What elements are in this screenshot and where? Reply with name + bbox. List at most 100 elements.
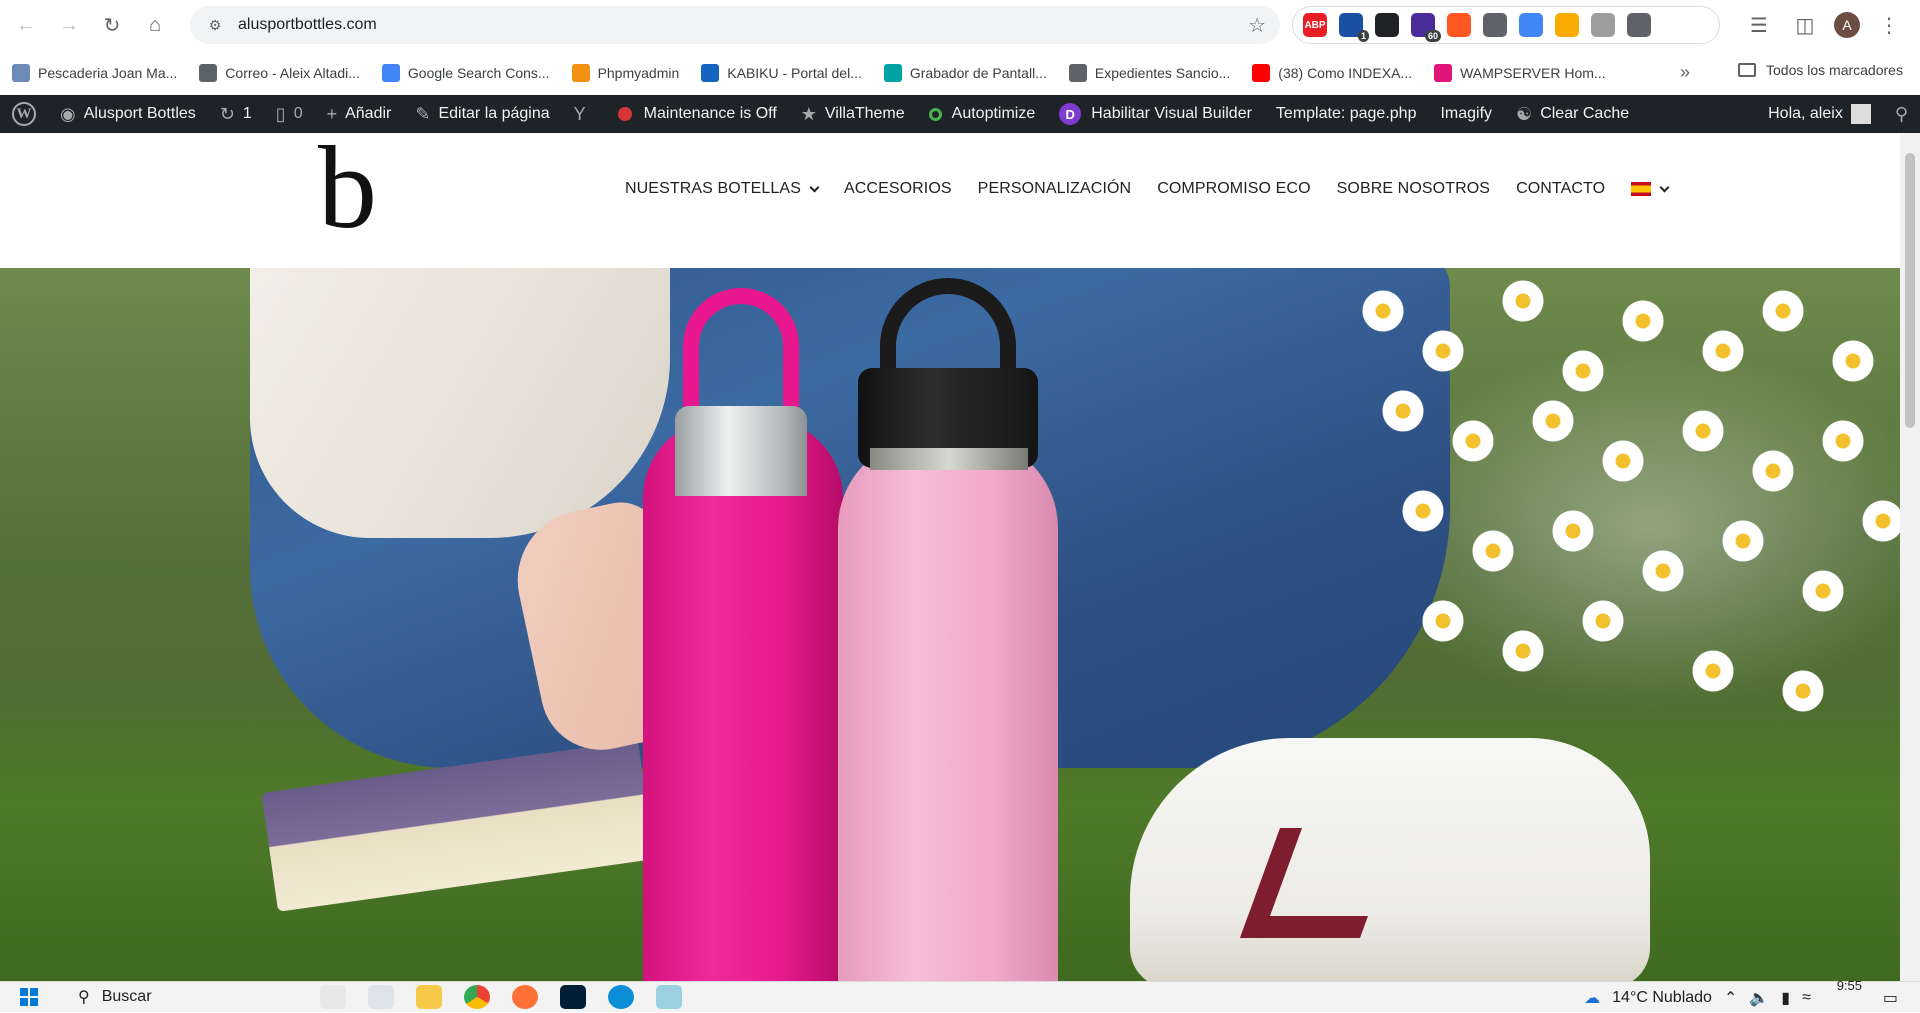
bookmark-item[interactable]: Expedientes Sancio... [1068,63,1230,82]
scrollbar-thumb[interactable] [1905,153,1915,428]
file-explorer-icon[interactable] [416,985,442,1009]
dashboard-icon: ◉ [60,103,76,124]
daisy-flower [1560,348,1606,394]
daisy-flower [1700,328,1746,374]
updates-count: 1 [242,105,252,122]
yoast-button[interactable]: Y [562,95,606,133]
edge-icon[interactable] [608,985,634,1009]
clear-cache-button[interactable]: ☯ Clear Cache [1504,95,1641,133]
back-icon[interactable]: ← [9,8,43,42]
settings-extension-icon[interactable] [1591,13,1615,37]
menu-kebab-icon[interactable]: ⋮ [1872,8,1906,42]
villatheme-button[interactable]: ★ VillaTheme [789,95,917,133]
add-new-label: Añadir [345,105,392,122]
adblock-extension-icon[interactable]: ABP [1303,13,1327,37]
nav-item-sobre-nosotros[interactable]: SOBRE NOSOTROS [1337,180,1490,198]
home-icon[interactable]: ⌂ [138,8,172,42]
app-icon[interactable] [656,985,682,1009]
wifi-icon[interactable]: ≈ [1802,989,1811,1007]
pencil-icon: ✎ [415,103,431,124]
tray-chevron-icon[interactable]: ⌃ [1724,988,1737,1008]
clock-time[interactable]: 9:55 [1837,978,1862,993]
url-text[interactable]: alusportbottles.com [238,16,377,34]
visual-builder-label: Habilitar Visual Builder [1091,105,1252,122]
daisy-flower [1380,388,1426,434]
updates-button[interactable]: ↻ 1 [208,95,264,133]
color-picker-extension-icon[interactable] [1375,13,1399,37]
maintenance-label: Maintenance is Off [643,105,777,122]
magenta-bottle-cap [675,406,807,496]
imagify-button[interactable]: Imagify [1428,95,1504,133]
taskbar-search[interactable]: ⚲ Buscar [78,987,152,1007]
volume-icon[interactable]: 🔈 [1749,988,1769,1008]
bookmarks-overflow-icon[interactable]: » [1680,62,1690,83]
bookmark-item[interactable]: WAMPSERVER Hom... [1434,63,1606,82]
chrome-icon[interactable] [464,985,490,1009]
autoptimize-button[interactable]: Autoptimize [917,95,1048,133]
profile-avatar[interactable]: A [1834,12,1860,38]
translate-extension-icon[interactable] [1519,13,1543,37]
analytics-extension-icon[interactable] [1555,13,1579,37]
nav-item-compromiso-eco[interactable]: COMPROMISO ECO [1157,180,1310,198]
search-icon: ⚲ [78,989,90,1006]
template-button[interactable]: Template: page.php [1264,95,1429,133]
puzzle-extension-icon[interactable] [1627,13,1651,37]
bookmark-item[interactable]: Pescaderia Joan Ma... [12,63,177,82]
windows-start-icon[interactable] [20,988,38,1006]
maintenance-button[interactable]: Maintenance is Off [606,95,789,133]
site-logo[interactable]: b [318,129,377,247]
nav-item-nuestras-botellas[interactable]: NUESTRAS BOTELLAS [625,180,820,198]
address-bar[interactable]: ⚙ alusportbottles.com ☆ [190,6,1280,44]
daisy-flower [1400,488,1446,534]
bookmark-item[interactable]: Correo - Aleix Altadi... [199,63,360,82]
recorder-extension-icon[interactable] [1447,13,1471,37]
bookmark-item[interactable]: KABIKU - Portal del... [701,63,862,82]
page-scrollbar[interactable] [1900,133,1920,981]
battery-icon[interactable]: ▮ [1781,988,1790,1008]
bookmark-star-icon[interactable]: ☆ [1248,13,1266,38]
nav-item-accesorios[interactable]: ACCESORIOS [844,180,952,198]
my-account-button[interactable]: Hola, aleix [1756,95,1883,133]
comments-button[interactable]: ▯ 0 [264,95,315,133]
bookmark-item[interactable]: Phpmyadmin [571,63,679,82]
daisy-flower [1360,288,1406,334]
imagify-label: Imagify [1440,105,1493,122]
visual-builder-button[interactable]: D Habilitar Visual Builder [1047,95,1264,133]
villatheme-label: VillaTheme [824,105,905,122]
photoshop-icon[interactable] [560,985,586,1009]
edit-page-button[interactable]: ✎ Editar la página [403,95,561,133]
extensions-area: ABP 1 60 [1292,6,1720,44]
media-controls-icon[interactable]: ☰ [1742,8,1776,42]
weather-icon[interactable]: ☁ [1584,988,1600,1008]
image-extension-icon[interactable] [1483,13,1507,37]
wordpress-logo-button[interactable]: W [0,95,48,133]
bookmark-item[interactable]: (38) Como INDEXA... [1252,63,1412,82]
side-panel-icon[interactable]: ◫ [1788,8,1822,42]
notes-app-icon[interactable] [320,985,346,1009]
all-bookmarks-button[interactable]: Todos los marcadores [1738,62,1903,78]
seo-extension-icon[interactable]: 60 [1411,13,1441,42]
daisy-flower [1760,288,1806,334]
reload-icon[interactable]: ↻ [95,8,129,42]
weather-text[interactable]: 14°C Nublado [1612,989,1712,1007]
nav-item-personalizaci-n[interactable]: PERSONALIZACIÓN [978,180,1132,198]
admin-search-button[interactable]: ⚲ [1883,95,1920,133]
forward-icon[interactable]: → [52,8,86,42]
nav-label: SOBRE NOSOTROS [1336,180,1491,197]
nav-item-contacto[interactable]: CONTACTO [1516,180,1605,198]
maintenance-status-icon [617,107,632,121]
bookmark-label: WAMPSERVER Hom... [1460,64,1606,81]
extension-badge: 1 [1357,30,1369,42]
sneaker-illustration [1130,738,1650,981]
site-name-button[interactable]: ◉ Alusport Bottles [48,95,208,133]
notifications-icon[interactable]: ▭ [1883,988,1898,1008]
firefox-icon[interactable] [512,985,538,1009]
daisy-flower [1690,648,1736,694]
site-info-icon[interactable]: ⚙ [204,14,226,36]
bookmark-item[interactable]: Grabador de Pantall... [883,63,1047,82]
task-view-icon[interactable] [368,985,394,1009]
daisy-flower [1500,278,1546,324]
bookmark-item[interactable]: Google Search Cons... [381,63,550,82]
mail-extension-icon[interactable]: 1 [1339,13,1369,42]
language-switcher[interactable] [1631,180,1670,198]
